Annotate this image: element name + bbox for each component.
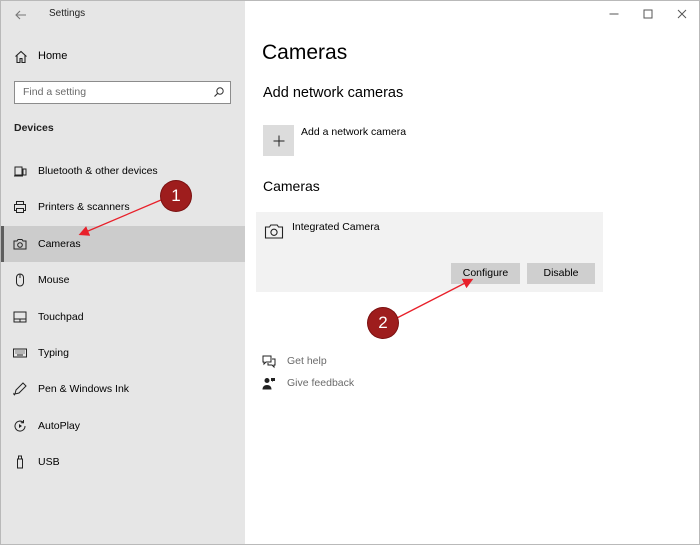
sidebar-item-label: Pen & Windows Ink	[38, 383, 130, 396]
home-icon	[15, 50, 27, 64]
sidebar-item-autoplay[interactable]: AutoPlay	[1, 408, 245, 444]
minimize-button[interactable]	[597, 1, 631, 27]
back-button[interactable]	[11, 6, 31, 24]
sidebar-item-typing[interactable]: Typing	[1, 335, 245, 371]
sidebar-item-mouse[interactable]: Mouse	[1, 262, 245, 298]
give-feedback-label: Give feedback	[287, 377, 355, 389]
sidebar-item-printers[interactable]: Printers & scanners	[1, 189, 245, 225]
maximize-button[interactable]	[631, 1, 665, 27]
camera-icon	[264, 224, 284, 239]
sidebar-item-label: Printers & scanners	[38, 201, 130, 214]
settings-window: Settings Home Find a setting Devices Blu…	[0, 0, 700, 545]
configure-button[interactable]: Configure	[451, 263, 520, 284]
autoplay-icon	[12, 418, 28, 434]
close-icon	[677, 9, 687, 19]
pen-icon	[12, 381, 28, 397]
selection-indicator	[1, 225, 4, 263]
usb-icon	[12, 454, 28, 470]
keyboard-icon	[12, 345, 28, 361]
window-controls	[597, 1, 699, 27]
sidebar-item-pen[interactable]: Pen & Windows Ink	[1, 371, 245, 407]
help-chat-icon	[262, 355, 276, 369]
disable-button[interactable]: Disable	[527, 263, 595, 284]
bluetooth-devices-icon	[12, 163, 28, 179]
titlebar-left: Settings	[1, 1, 245, 29]
add-network-camera-label[interactable]: Add a network camera	[301, 126, 406, 138]
add-network-camera-button[interactable]	[263, 125, 294, 156]
maximize-icon	[643, 9, 653, 19]
mouse-icon	[12, 272, 28, 288]
sidebar-nav: Bluetooth & other devices Printers & sca…	[1, 153, 245, 481]
cameras-heading: Cameras	[263, 178, 320, 194]
sidebar-item-bluetooth[interactable]: Bluetooth & other devices	[1, 153, 245, 189]
app-title: Settings	[49, 8, 86, 19]
printer-icon	[12, 199, 28, 215]
get-help-label: Get help	[287, 355, 327, 367]
camera-icon	[12, 236, 28, 252]
sidebar-item-usb[interactable]: USB	[1, 444, 245, 480]
search-placeholder: Find a setting	[23, 86, 87, 98]
sidebar-item-label: Mouse	[38, 274, 70, 287]
touchpad-icon	[12, 309, 28, 325]
home-label: Home	[38, 50, 68, 62]
get-help-link[interactable]: Get help	[261, 353, 461, 371]
sidebar-item-cameras[interactable]: Cameras	[1, 225, 245, 263]
add-network-cameras-heading: Add network cameras	[263, 85, 404, 101]
section-title: Devices	[14, 122, 54, 134]
minimize-icon	[609, 13, 619, 15]
sidebar-item-label: Typing	[38, 346, 69, 359]
sidebar: Settings Home Find a setting Devices Blu…	[1, 1, 245, 544]
camera-card[interactable]: Integrated Camera Configure Disable	[256, 212, 603, 292]
sidebar-item-label: Bluetooth & other devices	[38, 165, 158, 177]
sidebar-item-label: USB	[38, 456, 60, 469]
page-title: Cameras	[262, 41, 348, 64]
back-arrow-icon	[15, 10, 26, 20]
close-button[interactable]	[665, 1, 699, 27]
sidebar-item-touchpad[interactable]: Touchpad	[1, 299, 245, 335]
sidebar-item-home[interactable]: Home	[1, 45, 245, 69]
sidebar-item-label: AutoPlay	[38, 419, 81, 432]
plus-icon	[273, 135, 284, 146]
main-content: Cameras Add network cameras Add a networ…	[245, 1, 699, 544]
feedback-icon	[262, 378, 275, 390]
sidebar-item-label: Touchpad	[38, 310, 84, 323]
give-feedback-link[interactable]: Give feedback	[261, 375, 461, 393]
sidebar-item-label: Cameras	[38, 237, 81, 250]
search-icon	[214, 87, 224, 97]
search-input[interactable]: Find a setting	[14, 81, 231, 104]
camera-name: Integrated Camera	[292, 221, 380, 233]
